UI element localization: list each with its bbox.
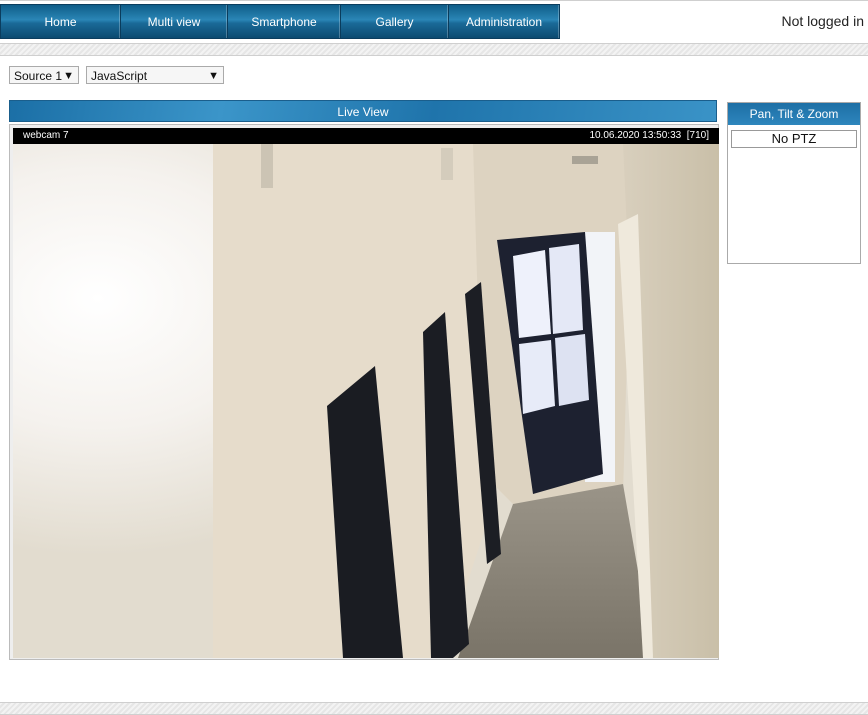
nav-smartphone[interactable]: Smartphone <box>228 5 341 38</box>
nav-administration-label: Administration <box>465 14 543 29</box>
camera-image[interactable] <box>13 144 719 658</box>
nav-administration[interactable]: Administration <box>449 5 559 38</box>
nav-gallery[interactable]: Gallery <box>341 5 449 38</box>
dropdown-arrow-icon: ▼ <box>208 70 219 82</box>
viewer-select[interactable]: JavaScript ▼ <box>86 66 224 84</box>
dropdown-arrow-icon: ▼ <box>63 70 74 82</box>
live-view-header: Live View <box>9 100 717 122</box>
nav-smartphone-label: Smartphone <box>251 14 317 29</box>
source-select-value: Source 1 <box>14 69 63 83</box>
ptz-header: Pan, Tilt & Zoom <box>728 103 860 125</box>
ptz-status: No PTZ <box>731 130 857 148</box>
footer-divider <box>0 702 868 715</box>
nav-gallery-label: Gallery <box>375 14 414 29</box>
ptz-panel: Pan, Tilt & Zoom No PTZ <box>727 102 861 264</box>
login-status: Not logged in <box>781 13 864 29</box>
nav-multi-view-label: Multi view <box>147 14 201 29</box>
source-select[interactable]: Source 1 ▼ <box>9 66 79 84</box>
main-nav: Home Multi view Smartphone Gallery Admin… <box>0 4 560 39</box>
corridor-camera-image <box>13 144 719 658</box>
top-rule <box>0 0 868 1</box>
nav-home-label: Home <box>44 14 77 29</box>
live-view-frame: webcam 7 10.06.2020 13:50:33 [710] <box>9 124 719 660</box>
header-divider <box>0 43 868 56</box>
nav-multi-view[interactable]: Multi view <box>121 5 228 38</box>
viewer-select-value: JavaScript <box>91 69 148 83</box>
camera-info-bar: webcam 7 10.06.2020 13:50:33 [710] <box>13 128 719 144</box>
camera-name: webcam 7 <box>23 130 69 141</box>
camera-timestamp: 10.06.2020 13:50:33 [710] <box>589 130 709 141</box>
nav-home[interactable]: Home <box>1 5 121 38</box>
